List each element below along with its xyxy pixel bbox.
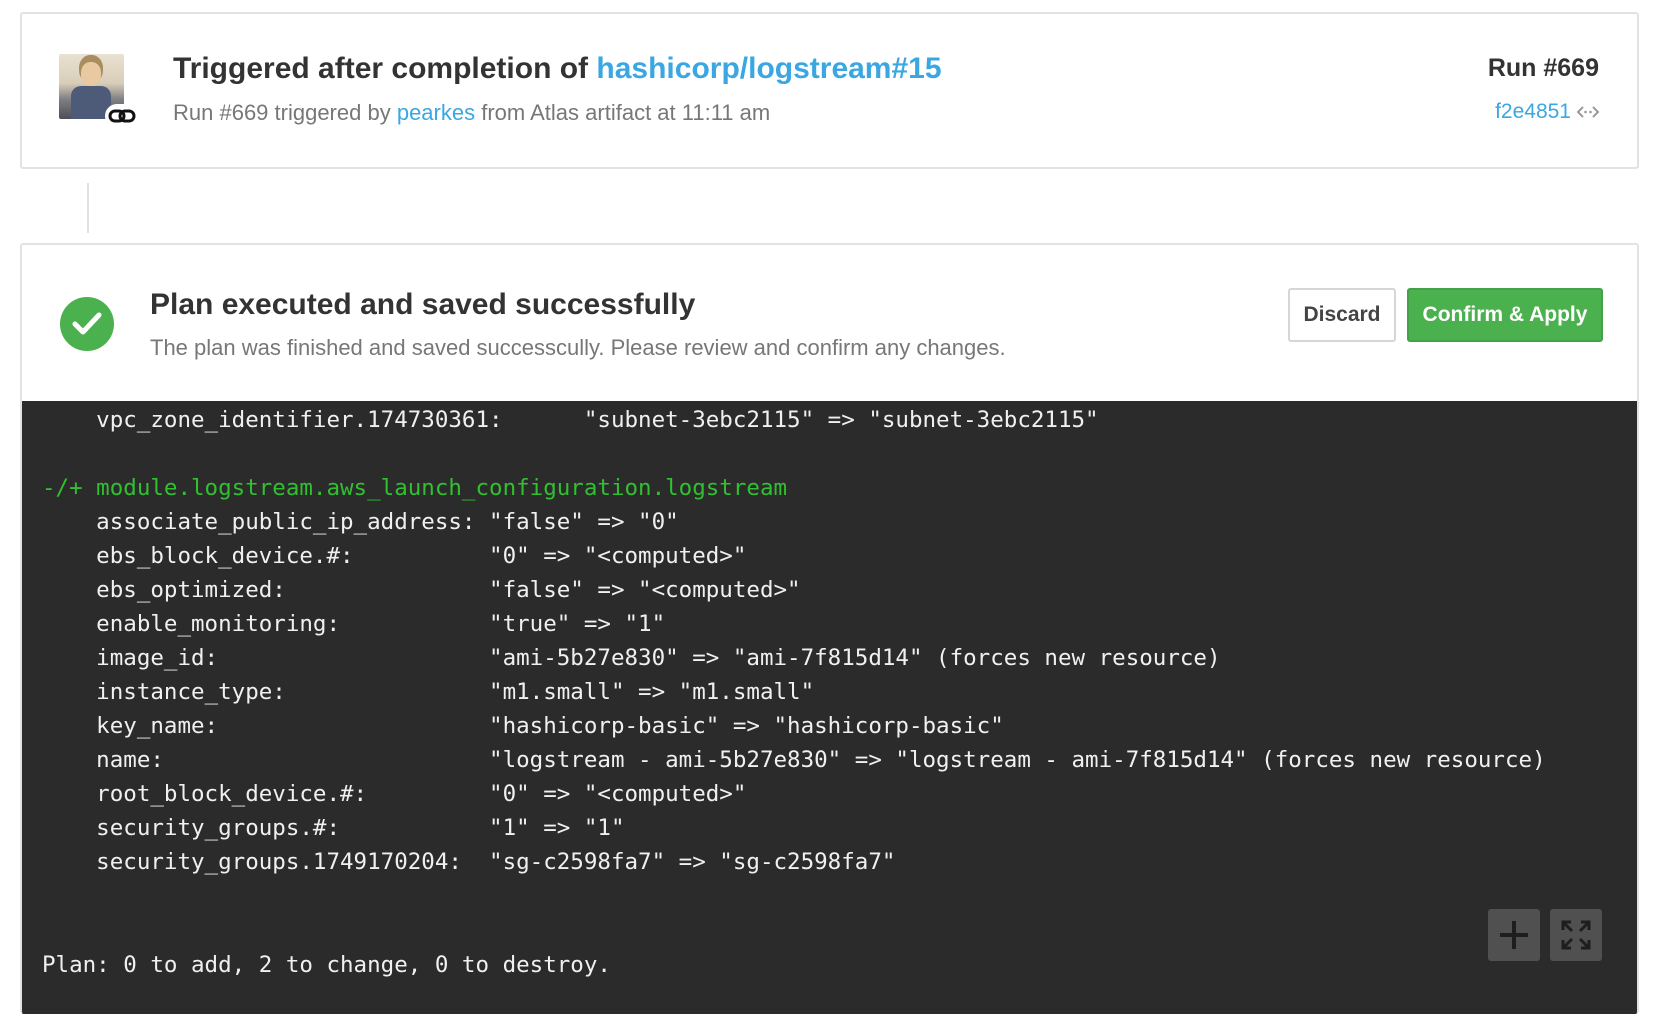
code-icon <box>1577 104 1599 120</box>
plan-card: Plan executed and saved successfully The… <box>20 243 1639 1014</box>
run-title: Triggered after completion of hashicorp/… <box>173 52 942 86</box>
run-card: Triggered after completion of hashicorp/… <box>20 12 1639 169</box>
terminal-line: ebs_block_device.#: "0" => "<computed>" <box>42 543 747 569</box>
terminal-line: name: "logstream - ami-5b27e830" => "log… <box>42 747 1546 773</box>
plan-output-terminal[interactable]: vpc_zone_identifier.174730361: "subnet-3… <box>22 401 1637 1014</box>
run-title-prefix: Triggered after completion of <box>173 52 589 85</box>
terminal-line: root_block_device.#: "0" => "<computed>" <box>42 781 747 807</box>
terminal-line: image_id: "ami-5b27e830" => "ami-7f815d1… <box>42 645 1221 671</box>
terminal-line: security_groups.#: "1" => "1" <box>42 815 625 841</box>
commit-sha[interactable]: f2e4851 <box>1495 100 1571 124</box>
terminal-line: vpc_zone_identifier.174730361: "subnet-3… <box>42 407 1099 433</box>
plan-subtitle: The plan was finished and saved successc… <box>150 335 1006 360</box>
timeline-connector <box>87 183 89 233</box>
terminal-line: enable_monitoring: "true" => "1" <box>42 611 666 637</box>
terminal-lines: vpc_zone_identifier.174730361: "subnet-3… <box>42 403 1546 879</box>
terminal-line: key_name: "hashicorp-basic" => "hashicor… <box>42 713 1004 739</box>
plan-title: Plan executed and saved successfully <box>150 288 696 321</box>
terminal-line: ebs_optimized: "false" => "<computed>" <box>42 577 801 603</box>
terminal-line: associate_public_ip_address: "false" => … <box>42 509 679 535</box>
checkmark-icon <box>60 297 114 351</box>
fullscreen-icon[interactable] <box>1550 909 1602 961</box>
run-number: Run #669 <box>1487 54 1599 82</box>
plan-summary: Plan: 0 to add, 2 to change, 0 to destro… <box>42 952 611 978</box>
terminal-line: instance_type: "m1.small" => "m1.small" <box>42 679 815 705</box>
triggering-run-link[interactable]: hashicorp/logstream#15 <box>596 52 941 85</box>
avatar-head <box>81 62 101 86</box>
terminal-line: security_groups.1749170204: "sg-c2598fa7… <box>42 849 896 875</box>
run-sub-suffix: from Atlas artifact at 11:11 am <box>481 100 771 125</box>
chain-link-icon <box>105 104 139 128</box>
plus-icon[interactable] <box>1488 909 1540 961</box>
user-avatar[interactable] <box>59 54 139 128</box>
run-subtitle: Run #669 triggered by pearkes from Atlas… <box>173 100 770 126</box>
confirm-apply-button[interactable]: Confirm & Apply <box>1407 288 1603 342</box>
user-link[interactable]: pearkes <box>397 100 475 125</box>
commit-link[interactable]: f2e4851 <box>1495 100 1599 124</box>
terminal-line: -/+ module.logstream.aws_launch_configur… <box>42 475 788 501</box>
run-sub-prefix: Run #669 triggered by <box>173 100 391 125</box>
discard-button[interactable]: Discard <box>1288 288 1396 342</box>
